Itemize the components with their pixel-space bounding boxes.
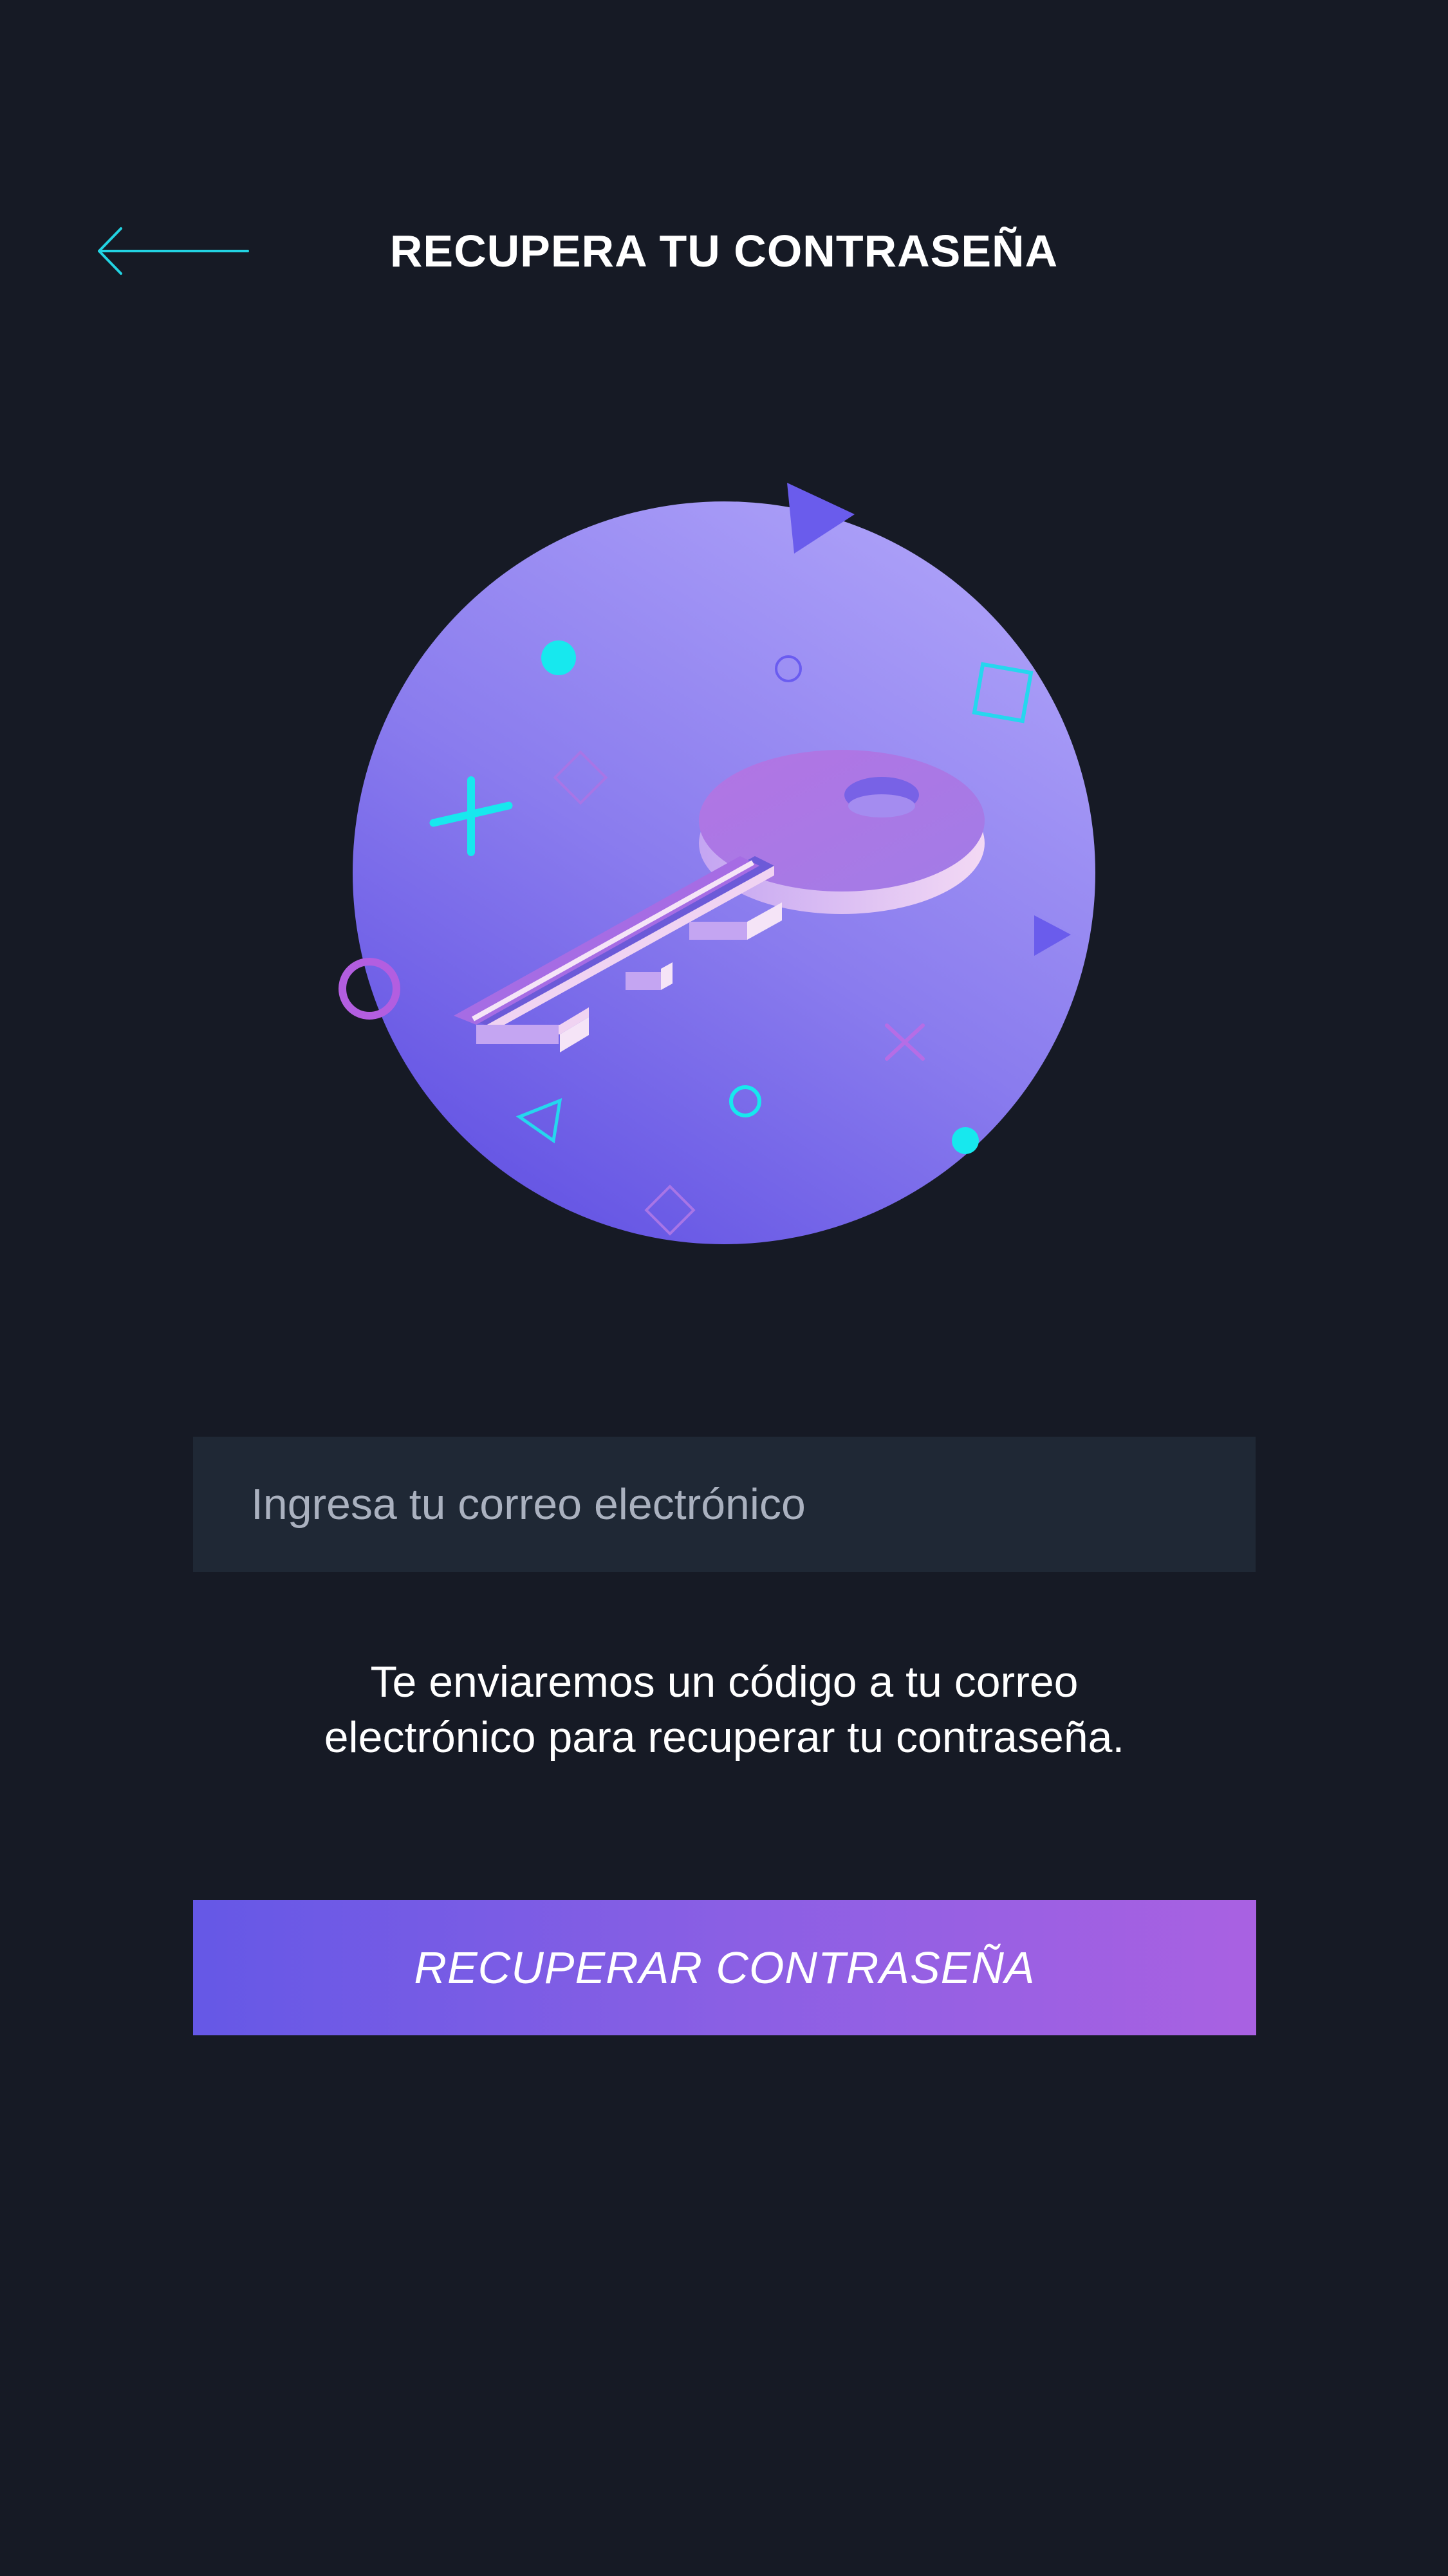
helper-text: Te enviaremos un código a tu correo elec… — [193, 1654, 1256, 1765]
email-field[interactable] — [193, 1437, 1256, 1572]
page-title: RECUPERA TU CONTRASEÑA — [389, 226, 1059, 276]
helper-text-line-2: electrónico para recuperar tu contraseña… — [324, 1713, 1125, 1762]
header: RECUPERA TU CONTRASEÑA — [0, 193, 1448, 309]
dot-cyan-shape — [952, 1127, 979, 1154]
recover-password-button[interactable]: RECUPERAR CONTRASEÑA — [193, 1900, 1256, 2035]
dot-shape — [541, 640, 576, 675]
key-illustration — [315, 476, 1120, 1262]
helper-text-line-1: Te enviaremos un código a tu correo — [370, 1657, 1079, 1706]
